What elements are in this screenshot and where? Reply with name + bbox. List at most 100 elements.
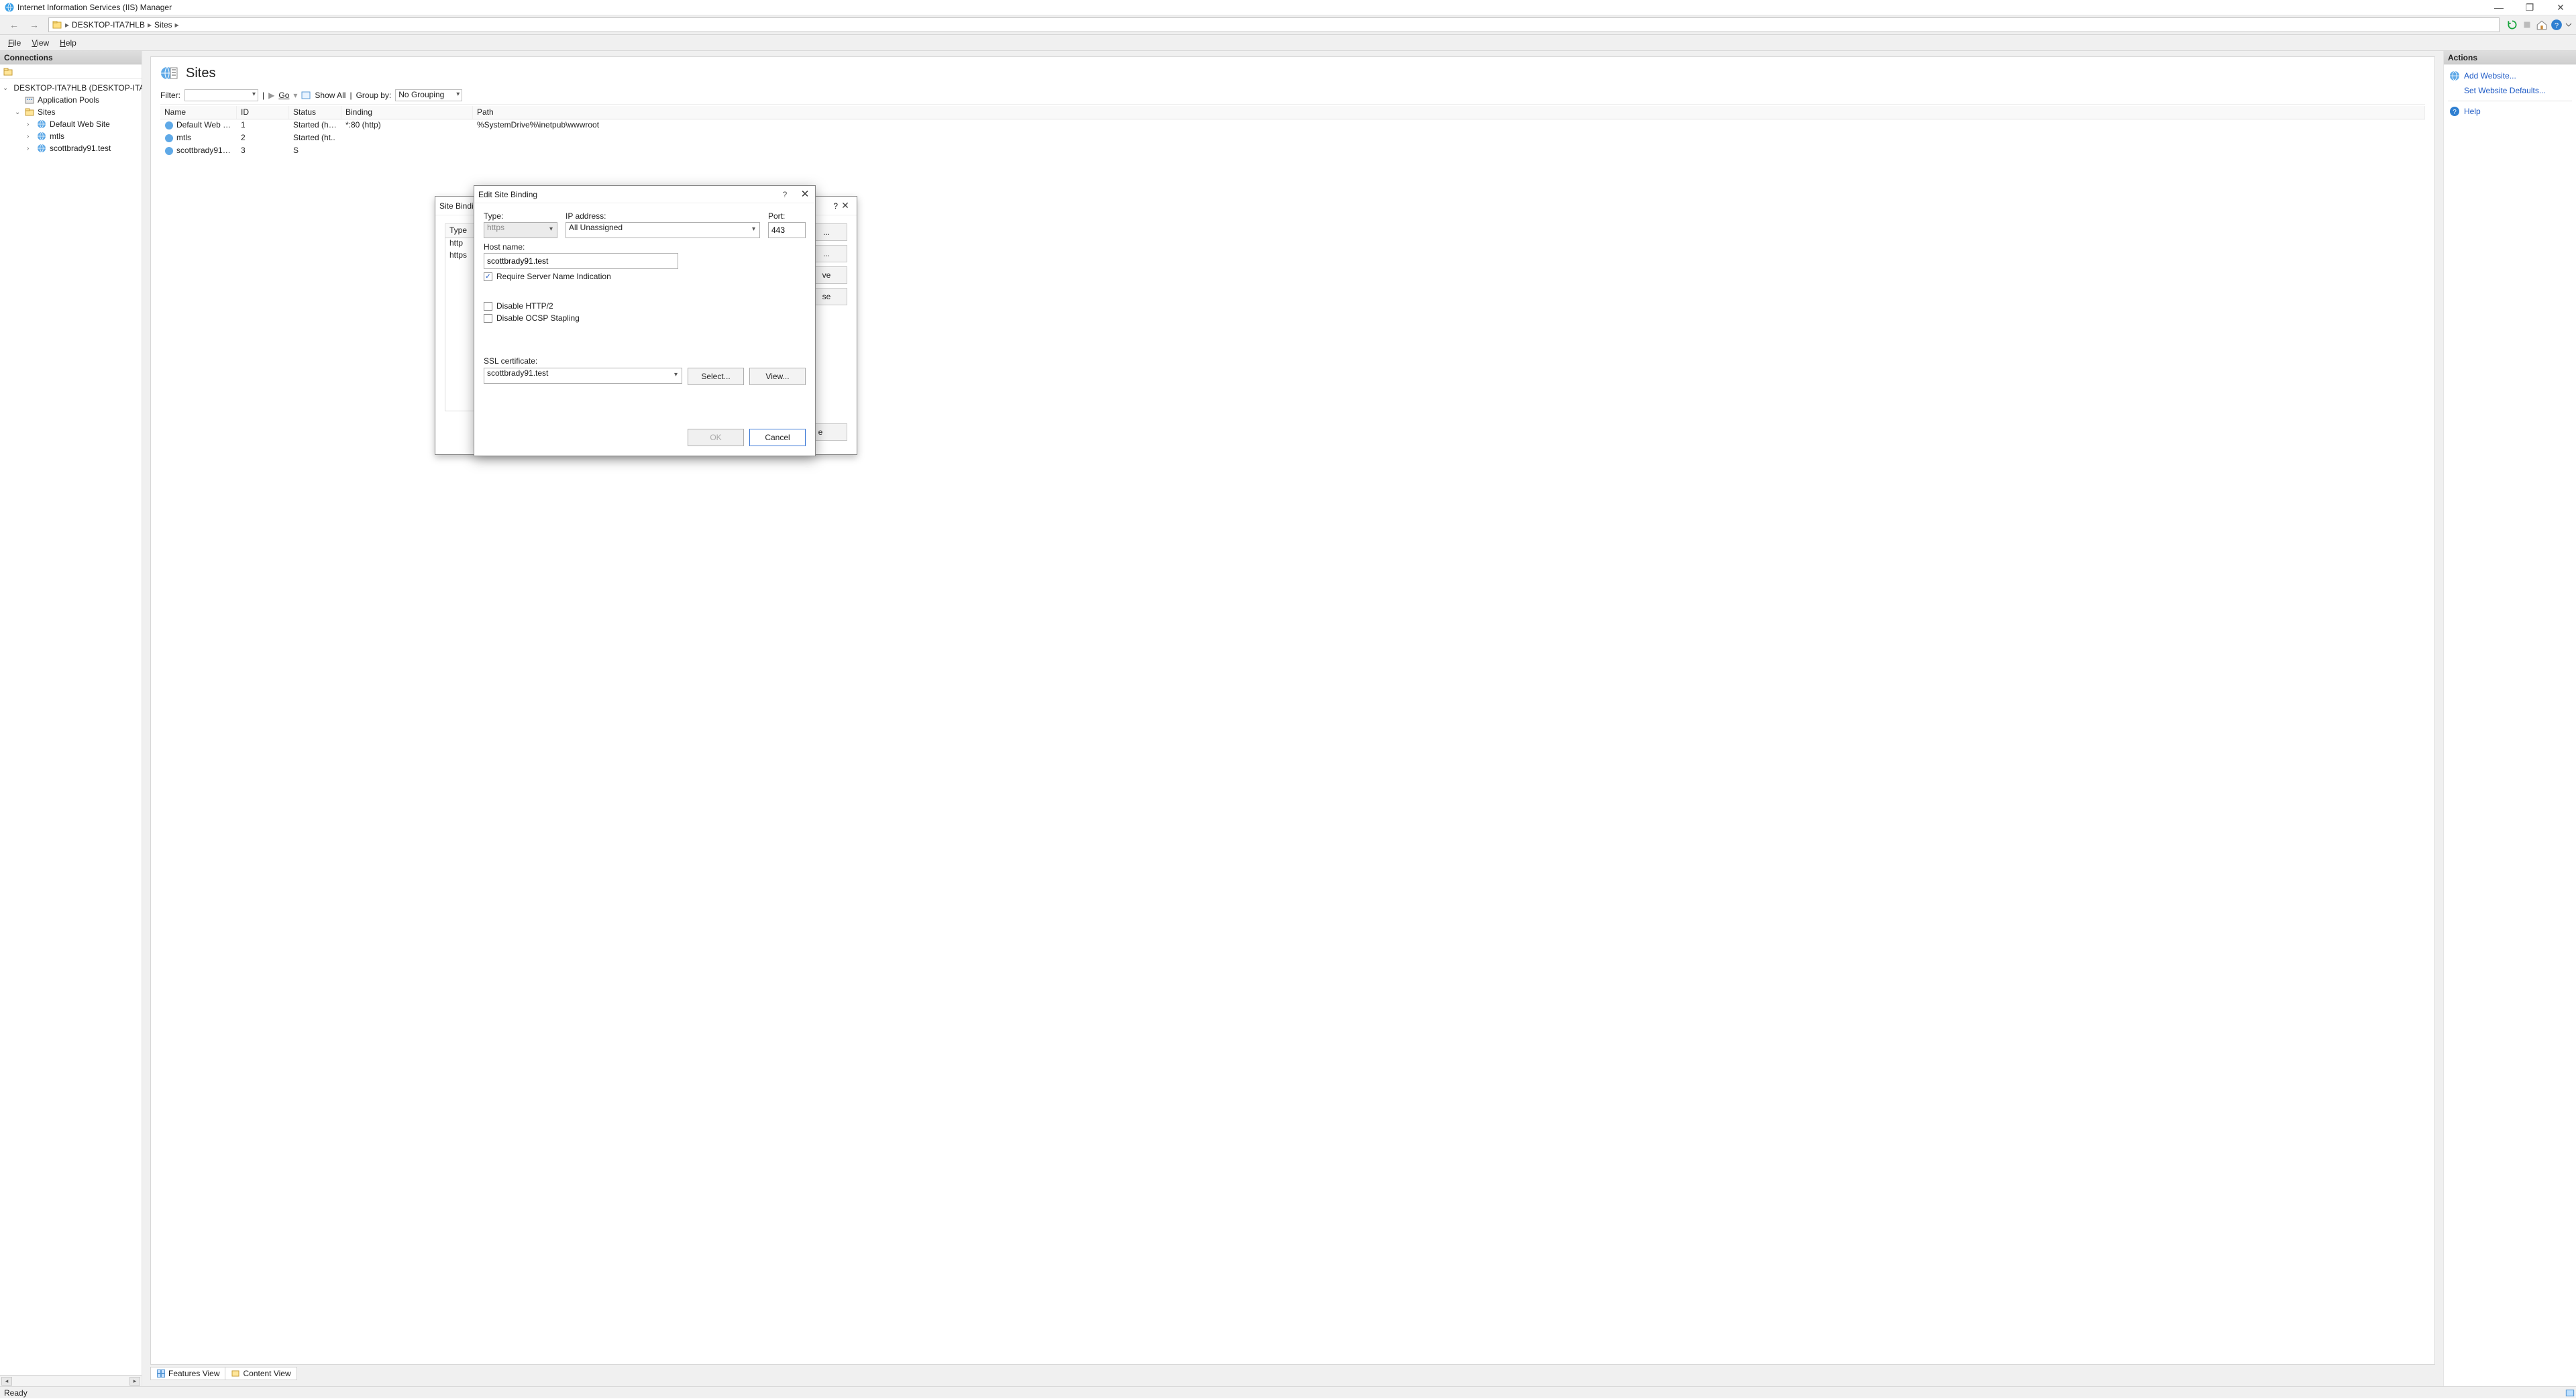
tree-root-node[interactable]: ⌄ DESKTOP-ITA7HLB (DESKTOP-ITA [3,82,139,94]
col-id[interactable]: ID [237,106,289,119]
col-status[interactable]: Status [289,106,341,119]
nav-help-button[interactable]: ? [2551,19,2563,31]
breadcrumb-home-icon [52,19,62,30]
menu-view[interactable]: View [28,37,53,49]
site-binding [341,145,473,158]
dialog-title: Edit Site Binding [478,186,537,203]
nav-refresh-button[interactable] [2506,19,2518,31]
connections-tree[interactable]: ⌄ DESKTOP-ITA7HLB (DESKTOP-ITA Applicati… [0,79,142,1375]
tab-content-view[interactable]: Content View [225,1367,297,1380]
app-iis-icon [4,2,15,13]
ssl-cert-select[interactable]: scottbrady91.test [484,368,682,384]
nav-forward-button[interactable]: → [24,17,44,33]
col-type[interactable]: Type [445,224,472,238]
menu-help[interactable]: Help [56,37,80,49]
sni-checkbox[interactable]: ✓ [484,272,492,281]
tree-app-pools[interactable]: Application Pools [3,94,139,106]
tree-root-label: DESKTOP-ITA7HLB (DESKTOP-ITA [13,83,144,93]
dialog-close-button[interactable]: ✕ [838,199,853,213]
site-id: 2 [237,132,289,145]
site-path [473,132,2425,145]
expander-icon[interactable]: ⌄ [3,85,8,92]
tree-sites[interactable]: ⌄ Sites [3,106,139,118]
page-title: Sites [186,66,215,81]
connections-folder-icon[interactable] [3,66,13,77]
action-add-website[interactable]: Add Website... [2448,68,2572,83]
tab-label: Content View [243,1369,290,1378]
type-label: Type: [484,211,557,221]
page-title-row: Sites [160,64,2425,83]
breadcrumb-sites[interactable]: Sites [152,20,175,30]
breadcrumb[interactable]: ▸ DESKTOP-ITA7HLB ▸ Sites ▸ [48,17,2500,32]
edit-site-binding-dialog: Edit Site Binding ? ✕ Type: https IP add… [474,185,816,456]
site-path [473,145,2425,158]
port-input[interactable] [768,222,806,238]
tree-site-default[interactable]: › Default Web Site [3,118,139,130]
tree-site-scottbrady[interactable]: › scottbrady91.test [3,142,139,154]
hostname-input[interactable] [484,253,678,269]
action-help[interactable]: ? Help [2448,104,2572,119]
expander-icon[interactable]: › [27,133,34,140]
site-row[interactable]: scottbrady91.test 3 S [160,145,2425,158]
expander-icon[interactable]: › [27,121,34,128]
breadcrumb-host[interactable]: DESKTOP-ITA7HLB [69,20,148,30]
globe-icon [36,131,47,142]
disable-ocsp-row[interactable]: Disable OCSP Stapling [484,313,806,323]
action-label: Add Website... [2464,71,2516,81]
content-view-icon [231,1369,240,1378]
globe-icon [164,146,174,156]
site-binding [341,132,473,145]
sni-label: Require Server Name Indication [496,272,611,281]
dialog-help-button[interactable]: ? [833,201,838,211]
site-row[interactable]: mtls 2 Started (ht.. [160,132,2425,145]
tree-site-mtls[interactable]: › mtls [3,130,139,142]
ssl-select-button[interactable]: Select... [688,368,744,385]
action-set-defaults[interactable]: Set Website Defaults... [2448,83,2572,98]
ip-address-select[interactable]: All Unassigned [566,222,760,238]
sites-title-icon [160,64,179,83]
sites-grid-header: Name ID Status Binding Path [160,106,2425,119]
cancel-button[interactable]: Cancel [749,429,806,446]
expander-icon[interactable]: ⌄ [15,109,21,116]
help-icon: ? [2449,106,2460,117]
groupby-select[interactable]: No Grouping [395,89,462,101]
features-view-icon [156,1369,166,1378]
disable-ocsp-checkbox[interactable] [484,314,492,323]
disable-http2-row[interactable]: Disable HTTP/2 [484,301,806,311]
filter-go-button[interactable]: Go [278,91,289,100]
menu-file[interactable]: File [4,37,25,49]
show-all-button[interactable]: Show All [315,91,345,100]
dialog-help-button[interactable]: ? [775,186,795,203]
scroll-left-button[interactable]: ◂ [1,1377,12,1386]
col-name[interactable]: Name [160,106,237,119]
nav-stop-icon[interactable] [2521,19,2533,31]
site-status: Started (ht.. [289,132,341,145]
dialog-titlebar[interactable]: Edit Site Binding ? ✕ [474,186,815,203]
ssl-view-button[interactable]: View... [749,368,806,385]
window-minimize-button[interactable]: — [2483,0,2514,15]
ip-label: IP address: [566,211,760,221]
col-path[interactable]: Path [473,106,2425,119]
dialog-close-button[interactable]: ✕ [795,186,815,203]
nav-help-dropdown-icon[interactable] [2565,19,2572,31]
scroll-right-button[interactable]: ▸ [129,1377,140,1386]
nav-home-icon[interactable] [2536,19,2548,31]
filter-go-dropdown-icon[interactable]: ▾ [293,91,297,100]
filter-toolbar: Filter: | ▶ Go ▾ Show All | Group by: No… [160,89,2425,105]
status-config-icon[interactable] [2564,1387,2576,1399]
tree-hscroll[interactable]: ◂ ▸ [0,1375,142,1386]
disable-http2-checkbox[interactable] [484,302,492,311]
site-row[interactable]: Default Web Site 1 Started (ht... *:80 (… [160,119,2425,132]
expander-icon[interactable]: › [27,145,34,152]
nav-back-button[interactable]: ← [4,17,24,33]
filter-input[interactable] [184,89,258,101]
ok-button[interactable]: OK [688,429,744,446]
workspace: Connections ⌄ DESKTOP-ITA7HLB (DESKTOP-I… [0,51,2576,1386]
window-maximize-button[interactable]: ❐ [2514,0,2545,15]
tab-features-view[interactable]: Features View [150,1367,225,1380]
filter-go-icon: ▶ [268,91,274,100]
col-binding[interactable]: Binding [341,106,473,119]
status-bar: Ready [0,1386,2576,1398]
sni-checkbox-row[interactable]: ✓ Require Server Name Indication [484,272,806,281]
window-close-button[interactable]: ✕ [2545,0,2576,15]
